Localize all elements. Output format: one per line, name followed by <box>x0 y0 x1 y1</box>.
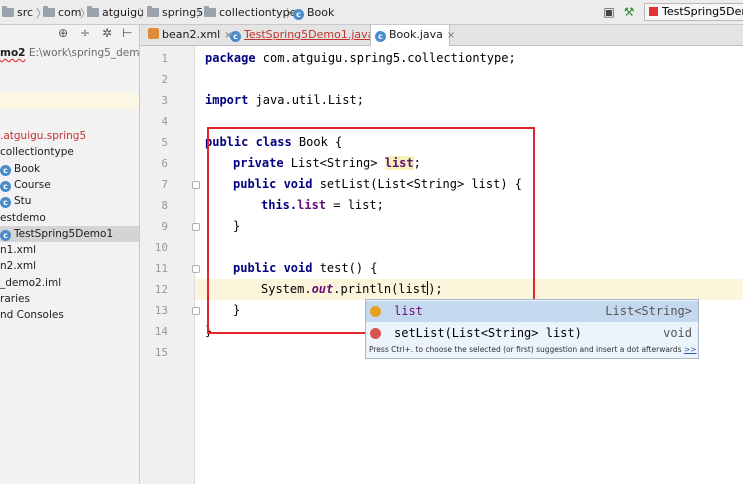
line-number-gutter: 1 2 3 4 5 6 7 8 9 10 11 12 13 14 15 <box>140 46 200 484</box>
tree-item[interactable]: c Book <box>0 161 139 177</box>
line-number: 11 <box>154 262 168 275</box>
window-icon[interactable]: ▣ <box>601 5 617 19</box>
code-line-1[interactable]: package com.atguigu.spring5.collectionty… <box>205 48 516 69</box>
collapse-icon[interactable]: ÷ <box>80 26 90 40</box>
fold-marker-icon[interactable] <box>192 223 200 231</box>
tree-item[interactable]: estdemo <box>0 210 139 226</box>
tab-testspring5demo1[interactable]: cTestSpring5Demo1.java× <box>226 25 387 46</box>
tree-item-label: Book <box>14 162 41 175</box>
project-panel-toolbar: ⊕ ÷ ✲ ⊢ <box>0 25 139 43</box>
folder-icon <box>2 6 14 17</box>
tree-item-label: TestSpring5Demo1 <box>14 227 114 240</box>
line-number: 1 <box>161 52 168 65</box>
breadcrumb-book[interactable]: c Book <box>293 5 334 20</box>
tree-item[interactable]: n1.xml <box>0 242 139 258</box>
line-number: 5 <box>161 136 168 149</box>
hide-icon[interactable]: ⊢ <box>122 26 132 40</box>
target-icon[interactable]: ⊕ <box>58 26 68 40</box>
class-icon: c <box>0 180 11 192</box>
close-icon[interactable]: × <box>447 30 455 41</box>
line-number: 12 <box>154 283 168 296</box>
line-number: 15 <box>154 346 168 359</box>
line-number: 14 <box>154 325 168 338</box>
tree-item[interactable]: nd Consoles <box>0 307 139 323</box>
tree-item-label: collectiontype <box>0 146 74 159</box>
fold-marker-icon[interactable] <box>192 265 200 273</box>
build-hammer-icon[interactable]: ⚒ <box>621 5 637 19</box>
completion-item-setlist[interactable]: setList(List<String> list) void <box>366 323 698 344</box>
tree-item[interactable]: c Course <box>0 177 139 193</box>
tree-highlight-row[interactable] <box>0 93 139 109</box>
line-number: 2 <box>161 73 168 86</box>
line-number: 10 <box>154 241 168 254</box>
tree-item-label: Course <box>14 178 51 191</box>
method-icon <box>370 328 381 339</box>
tree-item-label: nd Consoles <box>0 309 64 322</box>
tree-item-label: _demo2.iml <box>0 276 62 289</box>
folder-icon <box>204 6 216 17</box>
tree-item[interactable]: collectiontype <box>0 144 139 160</box>
fold-marker-icon[interactable] <box>192 181 200 189</box>
field-icon <box>370 306 381 317</box>
line-number: 13 <box>154 304 168 317</box>
tree-item-label: raries <box>0 293 30 305</box>
class-icon: c <box>230 31 241 42</box>
line-number: 3 <box>161 94 168 107</box>
tree-item[interactable]: .atguigu.spring5 <box>0 128 139 144</box>
tree-item-label: n2.xml <box>0 260 37 273</box>
tree-item[interactable]: c Stu <box>0 193 139 209</box>
folder-icon <box>43 6 55 17</box>
completion-hint: Press Ctrl+. to choose the selected (or … <box>369 345 697 354</box>
class-icon: c <box>293 9 304 20</box>
breadcrumb-collectiontype[interactable]: collectiontype <box>204 5 296 20</box>
project-panel: ⊕ ÷ ✲ ⊢ mo2 E:\work\spring5_demo2 .atgui… <box>0 25 140 484</box>
run-config-icon <box>649 7 658 16</box>
class-icon: c <box>0 164 11 176</box>
line-number: 4 <box>161 115 168 128</box>
breadcrumb-spring5[interactable]: spring5 <box>147 5 203 20</box>
line-number: 7 <box>161 178 168 191</box>
completion-item-list[interactable]: list List<String> <box>366 301 698 322</box>
breadcrumb-com[interactable]: com <box>43 5 82 20</box>
code-line-3[interactable]: import java.util.List; <box>205 90 364 111</box>
hint-link[interactable]: >> <box>684 345 697 354</box>
breadcrumb-src[interactable]: src <box>2 5 33 20</box>
tree-item-label: n1.xml <box>0 244 37 257</box>
breadcrumb-atguigu[interactable]: atguigu <box>87 5 144 20</box>
tree-item-label: estdemo <box>0 211 46 224</box>
xml-file-icon <box>148 28 159 39</box>
code-completion-popup[interactable]: list List<String> setList(List<String> l… <box>365 299 699 359</box>
class-icon: c <box>375 31 386 42</box>
folder-icon <box>147 6 159 17</box>
navigation-bar: src 〉 com 〉 atguigu 〉 spring5 〉 collecti… <box>0 0 743 25</box>
tree-item[interactable]: n2.xml <box>0 258 139 274</box>
tree-item[interactable]: c TestSpring5Demo1 <box>0 225 139 242</box>
class-icon: c <box>0 197 11 209</box>
folder-icon <box>87 6 99 17</box>
tab-book-java[interactable]: c Book.java × <box>370 25 455 46</box>
fold-marker-icon[interactable] <box>192 307 200 315</box>
tree-item[interactable]: raries <box>0 291 139 307</box>
line-number: 8 <box>161 199 168 212</box>
line-number: 6 <box>161 157 168 170</box>
tree-item[interactable]: _demo2.iml <box>0 275 139 291</box>
tree-item-label: Stu <box>14 195 32 208</box>
editor-tab-bar: bean2.xml× cTestSpring5Demo1.java× cBook… <box>140 25 743 46</box>
project-root[interactable]: mo2 E:\work\spring5_demo2 <box>0 45 139 61</box>
gear-icon[interactable]: ✲ <box>102 26 112 40</box>
tree-item-label: .atguigu.spring5 <box>0 130 87 142</box>
run-configuration-select[interactable]: TestSpring5Demo1 <box>644 3 743 21</box>
class-icon: c <box>0 229 11 241</box>
line-number: 9 <box>161 220 168 233</box>
